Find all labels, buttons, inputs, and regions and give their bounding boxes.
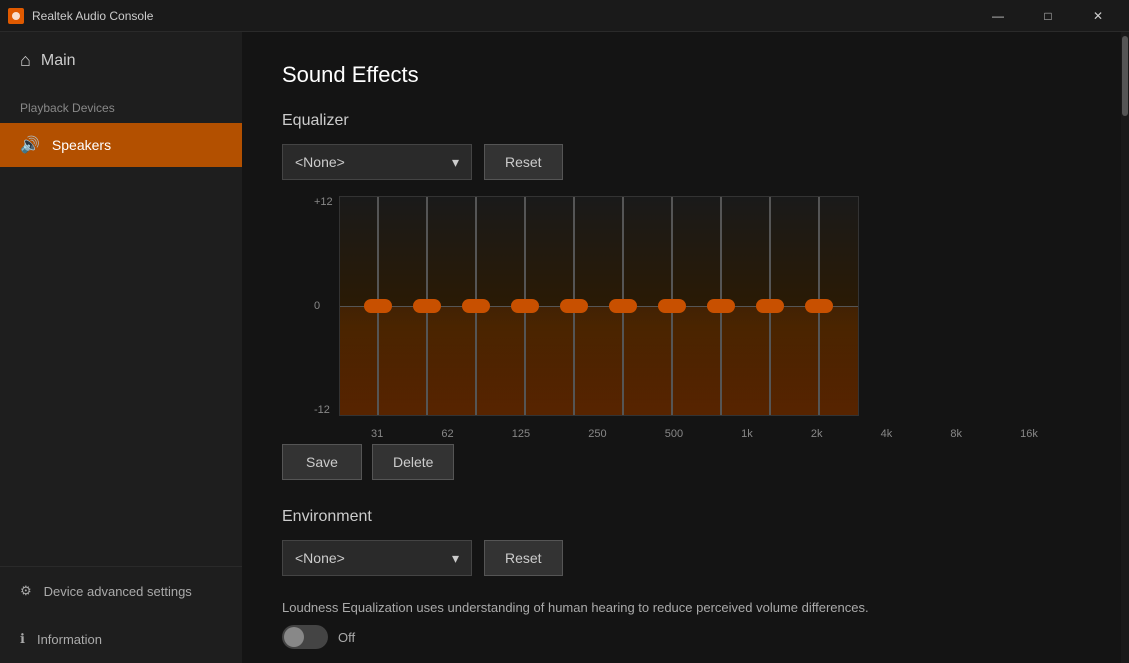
equalizer-title: Equalizer bbox=[282, 112, 1081, 130]
eq-track-2k bbox=[671, 197, 673, 415]
eq-band-125 bbox=[464, 197, 488, 415]
environment-title: Environment bbox=[282, 508, 1081, 526]
freq-label-500: 500 bbox=[665, 428, 683, 440]
close-button[interactable]: ✕ bbox=[1075, 0, 1121, 32]
freq-label-125: 125 bbox=[512, 428, 530, 440]
scrollbar-thumb[interactable] bbox=[1122, 36, 1128, 116]
eq-track-250 bbox=[524, 197, 526, 415]
sidebar-bottom: ⚙ Device advanced settings ℹ Information bbox=[0, 566, 242, 663]
app-icon bbox=[8, 8, 24, 24]
equalizer-controls-row: <None> ▾ Reset bbox=[282, 144, 1081, 180]
freq-label-4k: 4k bbox=[881, 428, 893, 440]
loudness-toggle-label: Off bbox=[338, 630, 355, 645]
speakers-label: Speakers bbox=[52, 137, 111, 153]
playback-devices-label: Playback Devices bbox=[0, 89, 242, 123]
chevron-down-icon: ▾ bbox=[452, 154, 459, 171]
settings-icon: ⚙ bbox=[20, 583, 32, 599]
eq-track-500 bbox=[573, 197, 575, 415]
eq-band-250 bbox=[513, 197, 537, 415]
info-icon: ℹ bbox=[20, 631, 25, 647]
eq-track-8k bbox=[769, 197, 771, 415]
equalizer-section: Equalizer <None> ▾ Reset +12 0 -12 bbox=[282, 112, 1081, 480]
sidebar-main-label: Main bbox=[41, 52, 76, 70]
minimize-button[interactable]: — bbox=[975, 0, 1021, 32]
loudness-toggle-knob bbox=[284, 627, 304, 647]
titlebar-left: Realtek Audio Console bbox=[8, 8, 153, 24]
eq-band-16k bbox=[807, 197, 831, 415]
eq-band-31 bbox=[366, 197, 390, 415]
save-button[interactable]: Save bbox=[282, 444, 362, 480]
sidebar-item-device-advanced[interactable]: ⚙ Device advanced settings bbox=[0, 567, 242, 615]
eq-handle-4k[interactable] bbox=[707, 299, 735, 313]
eq-handle-500[interactable] bbox=[560, 299, 588, 313]
freq-label-16k: 16k bbox=[1020, 428, 1038, 440]
loudness-description: Loudness Equalization uses understanding… bbox=[282, 600, 962, 615]
equalizer-dropdown[interactable]: <None> ▾ bbox=[282, 144, 472, 180]
delete-button[interactable]: Delete bbox=[372, 444, 454, 480]
app-body: ⌂ Main Playback Devices 🔊 Speakers ⚙ Dev… bbox=[0, 32, 1129, 663]
environment-section: Environment <None> ▾ Reset bbox=[282, 508, 1081, 576]
eq-handle-1k[interactable] bbox=[609, 299, 637, 313]
sidebar-item-main[interactable]: ⌂ Main bbox=[0, 32, 242, 89]
eq-handle-2k[interactable] bbox=[658, 299, 686, 313]
maximize-button[interactable]: □ bbox=[1025, 0, 1071, 32]
eq-handle-16k[interactable] bbox=[805, 299, 833, 313]
eq-handle-125[interactable] bbox=[462, 299, 490, 313]
freq-label-250: 250 bbox=[588, 428, 606, 440]
home-icon: ⌂ bbox=[20, 50, 31, 71]
content-area: Sound Effects Equalizer <None> ▾ Reset +… bbox=[242, 32, 1121, 663]
eq-track-62 bbox=[426, 197, 428, 415]
equalizer-chart bbox=[339, 196, 859, 416]
scrollbar-track[interactable] bbox=[1121, 32, 1129, 663]
information-label: Information bbox=[37, 632, 102, 647]
env-chevron-down-icon: ▾ bbox=[452, 550, 459, 567]
eq-track-31 bbox=[377, 197, 379, 415]
eq-track-4k bbox=[720, 197, 722, 415]
loudness-section: Loudness Equalization uses understanding… bbox=[282, 600, 1081, 649]
eq-handle-62[interactable] bbox=[413, 299, 441, 313]
sidebar: ⌂ Main Playback Devices 🔊 Speakers ⚙ Dev… bbox=[0, 32, 242, 663]
titlebar-controls: — □ ✕ bbox=[975, 0, 1121, 32]
eq-band-8k bbox=[758, 197, 782, 415]
sidebar-item-speakers[interactable]: 🔊 Speakers bbox=[0, 123, 242, 167]
titlebar: Realtek Audio Console — □ ✕ bbox=[0, 0, 1129, 32]
eq-band-500 bbox=[562, 197, 586, 415]
freq-label-1k: 1k bbox=[741, 428, 753, 440]
environment-reset-button[interactable]: Reset bbox=[484, 540, 563, 576]
eq-band-4k bbox=[709, 197, 733, 415]
equalizer-dropdown-value: <None> bbox=[295, 154, 345, 170]
freq-label-31: 31 bbox=[371, 428, 383, 440]
loudness-toggle-wrapper: Off bbox=[282, 625, 1081, 649]
eq-handle-31[interactable] bbox=[364, 299, 392, 313]
eq-track-125 bbox=[475, 197, 477, 415]
environment-controls-row: <None> ▾ Reset bbox=[282, 540, 1081, 576]
app-title: Realtek Audio Console bbox=[32, 9, 153, 23]
equalizer-action-row: Save Delete bbox=[282, 444, 1081, 480]
speaker-icon: 🔊 bbox=[20, 135, 40, 155]
eq-band-2k bbox=[660, 197, 684, 415]
eq-band-1k bbox=[611, 197, 635, 415]
loudness-toggle[interactable] bbox=[282, 625, 328, 649]
eq-track-1k bbox=[622, 197, 624, 415]
freq-label-8k: 8k bbox=[950, 428, 962, 440]
eq-handle-8k[interactable] bbox=[756, 299, 784, 313]
eq-freq-labels: 31 62 125 250 500 1k 2k 4k 8k 16k bbox=[314, 424, 1081, 440]
freq-label-62: 62 bbox=[441, 428, 453, 440]
eq-y-max: +12 bbox=[314, 196, 333, 208]
page-title: Sound Effects bbox=[282, 62, 1081, 88]
eq-y-min: -12 bbox=[314, 404, 333, 416]
equalizer-chart-wrapper: +12 0 -12 bbox=[314, 196, 1081, 440]
equalizer-reset-button[interactable]: Reset bbox=[484, 144, 563, 180]
device-advanced-label: Device advanced settings bbox=[44, 584, 192, 599]
freq-label-2k: 2k bbox=[811, 428, 823, 440]
eq-track-16k bbox=[818, 197, 820, 415]
sidebar-item-information[interactable]: ℹ Information bbox=[0, 615, 242, 663]
environment-dropdown[interactable]: <None> ▾ bbox=[282, 540, 472, 576]
eq-handle-250[interactable] bbox=[511, 299, 539, 313]
eq-band-62 bbox=[415, 197, 439, 415]
eq-y-zero: 0 bbox=[314, 300, 333, 312]
environment-dropdown-value: <None> bbox=[295, 550, 345, 566]
